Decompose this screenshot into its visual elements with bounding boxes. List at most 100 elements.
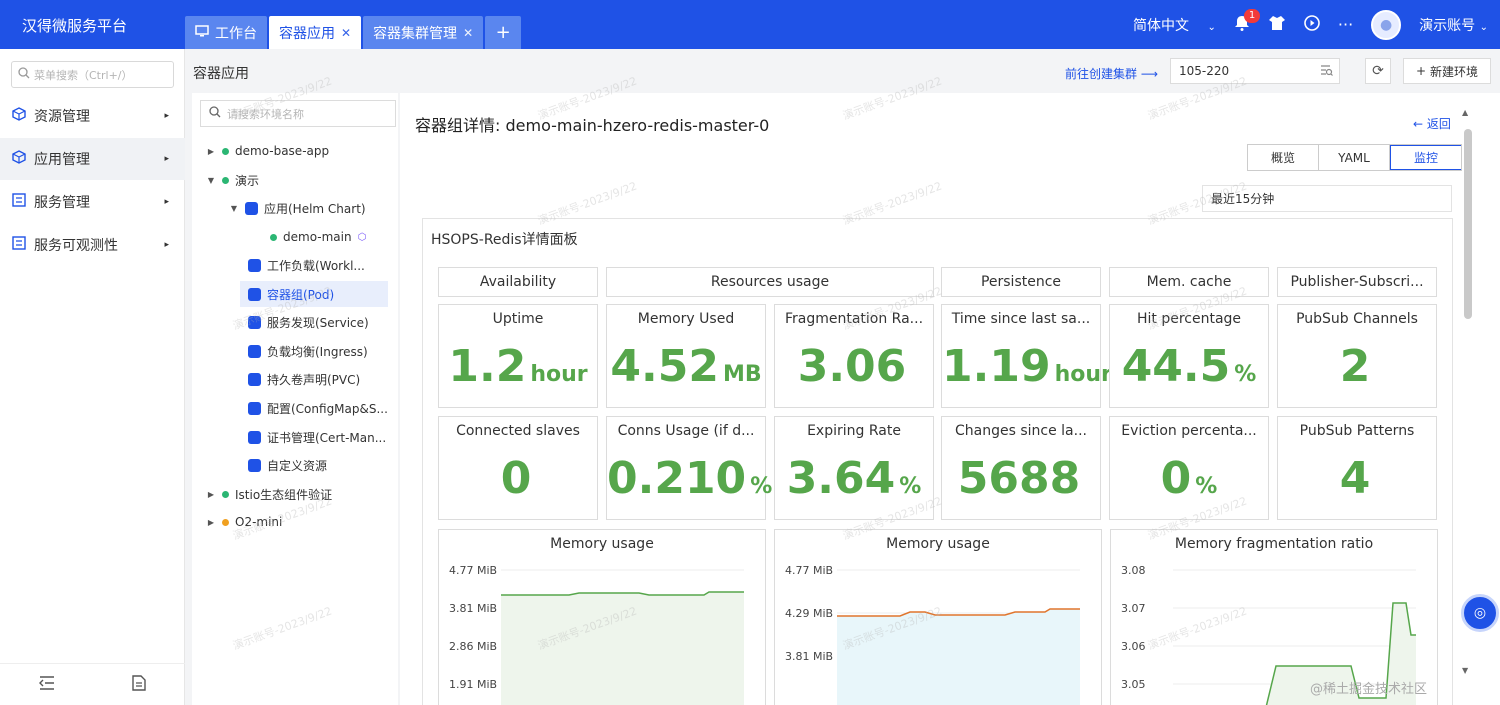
group-availability: Availability	[438, 267, 598, 297]
caret-right-icon: ▸	[164, 154, 169, 164]
stat-title: Eviction percenta...	[1121, 423, 1257, 439]
tree-node-configmap[interactable]: 配置(ConfigMap&S...	[248, 395, 388, 421]
tab-cluster-manage[interactable]: 容器集群管理 ✕	[363, 16, 484, 49]
language-select[interactable]: 简体中文 ⌄	[1133, 15, 1216, 35]
view-switch: 概览 YAML 监控	[1247, 144, 1462, 171]
notification-badge: 1	[1243, 8, 1261, 23]
tree-node-demo[interactable]: ▼ 演示	[206, 167, 259, 193]
collapse-menu-icon[interactable]	[38, 675, 55, 694]
workload-icon	[248, 258, 261, 272]
close-icon[interactable]: ✕	[463, 26, 473, 40]
tab-container-app[interactable]: 容器应用 ✕	[269, 16, 362, 49]
sidebar-item-observability[interactable]: 服务可观测性 ▸	[0, 224, 185, 266]
sidebar-item-service[interactable]: 服务管理 ▸	[0, 181, 185, 223]
view-yaml-button[interactable]: YAML	[1319, 145, 1390, 170]
sidebar-item-app[interactable]: 应用管理 ▸	[0, 138, 185, 180]
cluster-select[interactable]: 105-220	[1170, 58, 1340, 84]
tree-node-pod[interactable]: 容器组(Pod)	[240, 281, 388, 307]
grid-icon	[12, 236, 26, 254]
stat-unit: %	[899, 474, 922, 499]
cube-icon	[12, 107, 26, 125]
axis-tick-label: 3.81 MiB	[785, 650, 833, 663]
stat-unit: hour	[1054, 362, 1112, 387]
cube-icon: ⬡	[357, 231, 367, 243]
account-name[interactable]: 演示账号 ⌄	[1419, 15, 1488, 35]
axis-tick-label: 4.77 MiB	[785, 564, 833, 577]
refresh-button[interactable]: ⟳	[1365, 58, 1391, 84]
tree-node-custom-resource[interactable]: 自定义资源	[248, 452, 327, 478]
tree-node-cert[interactable]: 证书管理(Cert-Man...	[248, 424, 386, 450]
sidebar: 菜单搜索（Ctrl+/） 资源管理 ▸ 应用管理 ▸ 服务管理 ▸ 服务可观测性…	[0, 49, 185, 705]
stat-tile: PubSub Patterns 4	[1277, 416, 1437, 520]
stat-value: 0	[439, 453, 597, 504]
tree-node-istio[interactable]: ▶ Istio生态组件验证	[206, 481, 332, 507]
scroll-down-icon[interactable]: ▼	[1462, 666, 1468, 675]
stat-title: Uptime	[492, 311, 544, 327]
shirt-icon[interactable]	[1268, 15, 1286, 35]
stat-title: Expiring Rate	[807, 423, 901, 439]
scrollbar-thumb[interactable]	[1464, 129, 1472, 319]
group-persistence: Persistence	[941, 267, 1101, 297]
group-mem-cache: Mem. cache	[1109, 267, 1269, 297]
series-area	[837, 609, 1080, 705]
tree-node-workload[interactable]: 工作负载(Workl...	[248, 252, 365, 278]
stat-title: Fragmentation Ra...	[784, 311, 924, 327]
stat-tile: Time since last sa... 1.19 hour	[941, 304, 1112, 408]
tree-node-demo-main[interactable]: demo-main ⬡	[270, 224, 366, 250]
detail-title: 容器组详情: demo-main-hzero-redis-master-0	[415, 116, 770, 135]
tree-node-ingress[interactable]: 负载均衡(Ingress)	[248, 338, 368, 364]
cube-icon	[12, 150, 26, 168]
pvc-icon	[248, 372, 261, 386]
tree-node-demo-base-app[interactable]: ▶ demo-base-app	[206, 138, 329, 164]
top-bar: 汉得微服务平台 工作台 容器应用 ✕ 容器集群管理 ✕ + 简体中文 ⌄ 1 ·…	[0, 0, 1500, 49]
caret-down-icon[interactable]: ▼	[206, 176, 216, 185]
caret-right-icon[interactable]: ▶	[206, 490, 216, 499]
axis-tick-label: 4.77 MiB	[449, 564, 497, 577]
scroll-up-icon[interactable]: ▲	[1462, 108, 1468, 117]
new-env-button[interactable]: + 新建环境	[1403, 58, 1491, 84]
stat-value: 4.52 MB	[607, 341, 765, 392]
brand-title: 汉得微服务平台	[22, 17, 128, 35]
stat-title: Memory Used	[637, 311, 735, 327]
stat-number: 0.210	[607, 453, 747, 504]
add-tab-button[interactable]: +	[485, 16, 522, 49]
stat-value: 1.2 hour	[439, 341, 597, 392]
env-search-input[interactable]: 请搜索环境名称	[200, 100, 396, 127]
status-dot	[222, 518, 229, 526]
stat-number: 4.52	[610, 341, 719, 392]
stat-number: 44.5	[1121, 341, 1231, 392]
tree-node-o2-mini[interactable]: ▶ O2-mini	[206, 509, 282, 535]
tree-node-pvc[interactable]: 持久卷声明(PVC)	[248, 366, 360, 392]
avatar[interactable]: ●	[1371, 9, 1402, 40]
caret-right-icon[interactable]: ▶	[206, 518, 216, 527]
caret-down-icon[interactable]: ▼	[229, 204, 239, 213]
bell-icon[interactable]: 1	[1234, 8, 1261, 35]
stat-tile: Uptime 1.2 hour	[438, 304, 598, 408]
stat-tile: PubSub Channels 2	[1277, 304, 1437, 408]
tree-node-service[interactable]: 服务发现(Service)	[248, 309, 369, 335]
document-icon[interactable]	[132, 674, 146, 695]
chevron-down-icon: ⌄	[1479, 21, 1488, 33]
chart-title: Memory usage	[550, 536, 654, 552]
view-overview-button[interactable]: 概览	[1248, 145, 1319, 170]
play-circle-icon[interactable]	[1304, 14, 1320, 35]
stat-value: 0.210%	[607, 453, 772, 504]
env-tree-panel: 请搜索环境名称 ▶ demo-base-app ▼ 演示 ▼ 应用(Helm C…	[192, 93, 398, 705]
tab-workbench[interactable]: 工作台	[185, 16, 267, 49]
stat-title: Changes since la...	[955, 423, 1087, 439]
more-icon[interactable]: ···	[1338, 15, 1353, 34]
goto-create-cluster-link[interactable]: 前往创建集群 ⟶	[1065, 65, 1158, 82]
filter-search-icon[interactable]	[1320, 64, 1333, 80]
close-icon[interactable]: ✕	[341, 26, 351, 40]
menu-search-input[interactable]: 菜单搜索（Ctrl+/）	[11, 61, 174, 88]
back-link[interactable]: ← 返回	[1413, 115, 1451, 132]
caret-right-icon[interactable]: ▶	[206, 147, 216, 156]
stat-number: 0	[1160, 453, 1192, 504]
view-monitor-button[interactable]: 监控	[1390, 145, 1461, 170]
sidebar-item-resource[interactable]: 资源管理 ▸	[0, 95, 185, 137]
tree-node-helm-chart[interactable]: ▼ 应用(Helm Chart)	[229, 195, 366, 221]
service-icon	[248, 315, 261, 329]
float-help-button[interactable]: ◎	[1461, 594, 1499, 632]
time-range-select[interactable]: 最近15分钟	[1202, 185, 1452, 212]
certificate-icon	[248, 430, 261, 444]
